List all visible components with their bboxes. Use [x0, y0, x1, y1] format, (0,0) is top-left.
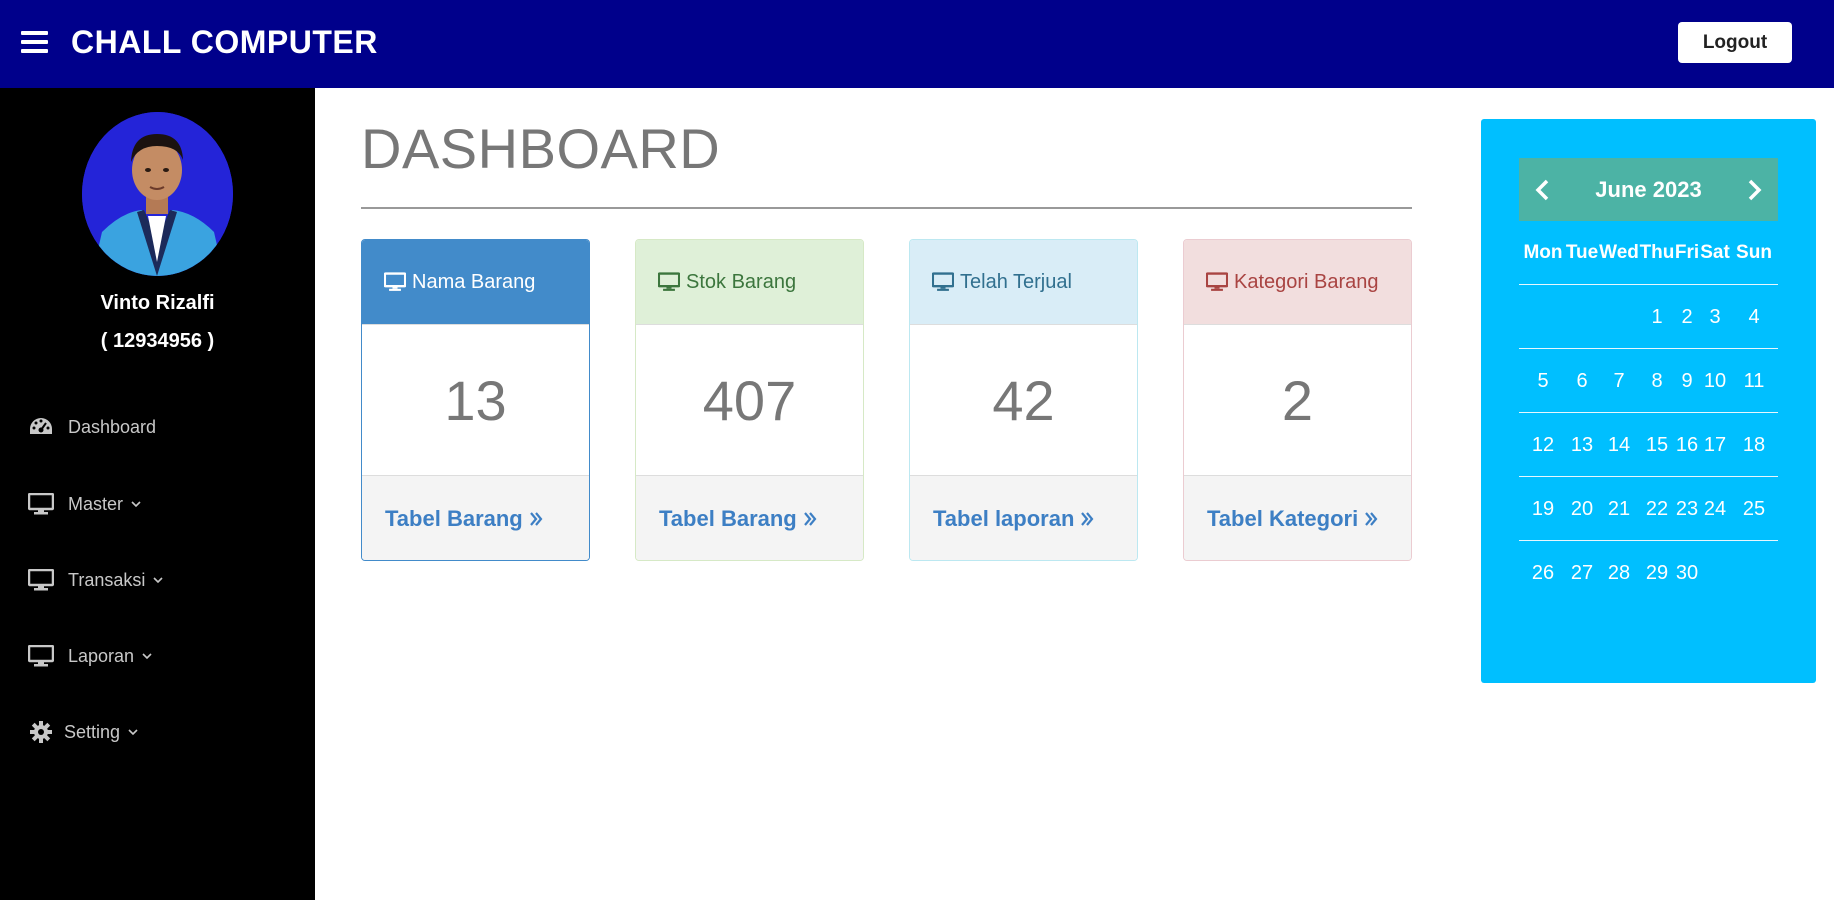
card-link-label: Tabel Barang	[659, 506, 797, 531]
card-header: Stok Barang	[636, 240, 863, 324]
calendar-day[interactable]: 5	[1525, 349, 1561, 413]
card-link[interactable]: Tabel Barang	[636, 475, 863, 560]
card-link-label: Tabel Barang	[385, 506, 523, 531]
calendar-day[interactable]: 26	[1525, 541, 1561, 605]
double-chevron-right-icon	[803, 512, 817, 526]
calendar-month-label: June 2023	[1595, 177, 1702, 202]
calendar-grid: Mon Tue Wed Thu Fri Sat Sun 1 2 3 4 5 6 7 8 9 10 11 12 13 14…	[1519, 221, 1778, 605]
stat-card: Nama Barang 13 Tabel Barang	[361, 239, 590, 561]
top-navbar: CHALL COMPUTER Logout	[0, 0, 1834, 88]
sidebar-item-setting[interactable]: Setting	[28, 716, 138, 748]
monitor-icon	[384, 272, 406, 291]
chevron-right-icon[interactable]	[1742, 178, 1766, 202]
calendar-day[interactable]: 11	[1736, 349, 1772, 413]
card-link[interactable]: Tabel Barang	[362, 475, 589, 560]
page-title: DASHBOARD	[361, 117, 721, 180]
chevron-down-icon	[153, 577, 163, 584]
logout-button[interactable]: Logout	[1678, 22, 1792, 63]
double-chevron-right-icon	[1365, 512, 1378, 526]
monitor-icon	[1206, 272, 1228, 291]
calendar-day[interactable]: 25	[1736, 477, 1772, 541]
calendar-day[interactable]: 30	[1669, 541, 1705, 605]
card-title: Stok Barang	[686, 270, 797, 293]
sidebar-item-label: Laporan	[68, 645, 135, 666]
calendar-day[interactable]: 27	[1564, 541, 1600, 605]
stat-card: Telah Terjual 42 Tabel laporan	[909, 239, 1138, 561]
monitor-icon	[658, 272, 680, 291]
calendar-day[interactable]: 20	[1564, 477, 1600, 541]
calendar-day[interactable]: 17	[1697, 413, 1733, 477]
calendar-week-row: 12 13 14 15 16 17 18	[1519, 413, 1778, 477]
card-value: 407	[636, 324, 863, 475]
card-title: Telah Terjual	[960, 270, 1072, 293]
double-chevron-right-icon	[529, 512, 543, 526]
chevron-left-icon[interactable]	[1531, 178, 1555, 202]
stat-card: Kategori Barang 2 Tabel Kategori	[1183, 239, 1412, 561]
sidebar-item-master[interactable]: Master	[28, 488, 141, 520]
avatar	[82, 112, 233, 276]
calendar-widget: June 2023 Mon Tue Wed Thu Fri Sat Sun 1 2 3 4 5 6 7 8 9…	[1481, 119, 1816, 683]
sidebar-item-label: Transaksi	[68, 569, 146, 590]
monitor-icon	[932, 272, 954, 291]
calendar-day[interactable]: 28	[1601, 541, 1637, 605]
card-header: Kategori Barang	[1184, 240, 1411, 324]
calendar-day[interactable]: 18	[1736, 413, 1772, 477]
calendar-day[interactable]: 21	[1601, 477, 1637, 541]
calendar-weekday: Mon	[1523, 242, 1563, 263]
brand-title: CHALL COMPUTER	[71, 24, 378, 60]
calendar-day[interactable]: 10	[1697, 349, 1733, 413]
calendar-day[interactable]: 4	[1736, 285, 1772, 349]
title-divider	[361, 207, 1412, 209]
calendar-week-row: 19 20 21 22 23 24 25	[1519, 477, 1778, 541]
chevron-down-icon	[128, 729, 138, 736]
user-id: ( 12934956 )	[100, 330, 215, 352]
calendar-day[interactable]: 6	[1564, 349, 1600, 413]
monitor-icon	[28, 492, 54, 516]
sidebar-item-label: Master	[68, 493, 124, 514]
calendar-day[interactable]: 24	[1697, 477, 1733, 541]
sidebar-item-dashboard[interactable]: Dashboard	[28, 411, 156, 443]
sidebar-item-label: Setting	[64, 721, 121, 742]
calendar-weekday: Sat	[1700, 242, 1730, 263]
chevron-down-icon	[142, 653, 152, 660]
calendar-day[interactable]: 3	[1697, 285, 1733, 349]
sidebar-item-label: Dashboard	[68, 416, 157, 437]
tachometer-icon	[28, 415, 54, 439]
calendar-day[interactable]: 19	[1525, 477, 1561, 541]
card-value: 13	[362, 324, 589, 475]
gear-icon	[28, 720, 54, 744]
chevron-down-icon	[131, 501, 141, 508]
calendar-weekday: Sun	[1736, 242, 1772, 263]
hamburger-menu-icon[interactable]	[21, 31, 48, 53]
calendar-week-row: 26 27 28 29 30	[1519, 541, 1778, 605]
calendar-day[interactable]: 13	[1564, 413, 1600, 477]
calendar-header: June 2023	[1519, 158, 1778, 221]
monitor-icon	[28, 644, 54, 668]
card-header: Nama Barang	[362, 240, 589, 324]
card-value: 42	[910, 324, 1137, 475]
calendar-day[interactable]: 12	[1525, 413, 1561, 477]
calendar-week-row: 5 6 7 8 9 10 11	[1519, 349, 1778, 413]
card-link-label: Tabel Kategori	[1207, 506, 1359, 531]
sidebar-item-laporan[interactable]: Laporan	[28, 640, 152, 672]
stat-card: Stok Barang 407 Tabel Barang	[635, 239, 864, 561]
sidebar: Vinto Rizalfi ( 12934956 ) Dashboard Mas…	[0, 88, 315, 900]
user-name: Vinto Rizalfi	[100, 292, 215, 314]
card-title: Nama Barang	[412, 270, 536, 293]
calendar-day[interactable]: 7	[1601, 349, 1637, 413]
calendar-weekday-row: Mon Tue Wed Thu Fri Sat Sun	[1519, 221, 1778, 285]
card-title: Kategori Barang	[1234, 270, 1379, 293]
calendar-day[interactable]: 14	[1601, 413, 1637, 477]
double-chevron-right-icon	[1081, 512, 1094, 526]
calendar-week-row: 1234	[1519, 285, 1778, 349]
card-value: 2	[1184, 324, 1411, 475]
card-header: Telah Terjual	[910, 240, 1137, 324]
card-link[interactable]: Tabel laporan	[910, 475, 1137, 560]
card-link[interactable]: Tabel Kategori	[1184, 475, 1411, 560]
sidebar-item-transaksi[interactable]: Transaksi	[28, 564, 163, 596]
monitor-icon	[28, 568, 54, 592]
card-link-label: Tabel laporan	[933, 506, 1075, 531]
